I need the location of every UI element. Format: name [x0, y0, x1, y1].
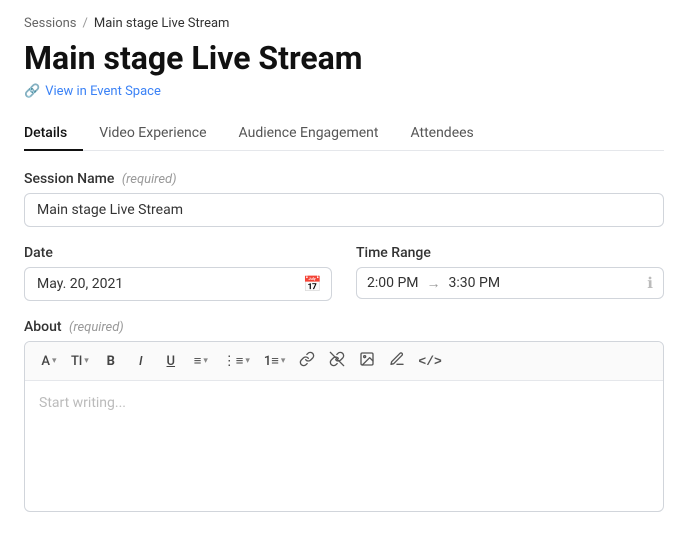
ordered-list-button[interactable]: 1≡ ▾	[258, 348, 292, 374]
time-range-label: Time Range	[356, 245, 664, 261]
about-label: About (required)	[24, 319, 664, 335]
underline-button[interactable]: U	[157, 348, 185, 374]
date-input[interactable]	[24, 267, 332, 301]
tab-bar: Details Video Experience Audience Engage…	[24, 117, 664, 151]
bold-label: B	[107, 354, 115, 369]
ordered-list-label: 1≡	[264, 353, 279, 369]
tab-details[interactable]: Details	[24, 117, 83, 151]
page-title: Main stage Live Stream	[24, 39, 664, 77]
highlight-icon	[389, 351, 405, 371]
highlight-button[interactable]	[383, 348, 411, 374]
link-button[interactable]	[293, 348, 321, 374]
align-label: ≡	[194, 353, 202, 369]
align-button[interactable]: ≡ ▾	[187, 348, 215, 374]
link-icon	[299, 351, 315, 371]
link-icon: 🔗	[24, 84, 40, 99]
session-name-label: Session Name (required)	[24, 171, 664, 187]
image-icon	[359, 351, 375, 371]
view-link-label: View in Event Space	[45, 84, 161, 99]
image-button[interactable]	[353, 348, 381, 374]
code-button[interactable]: </>	[413, 348, 446, 374]
ordered-list-chevron-icon: ▾	[281, 356, 286, 366]
unlink-icon	[329, 351, 345, 371]
view-in-event-space-link[interactable]: 🔗 View in Event Space	[24, 84, 161, 99]
editor-placeholder: Start writing...	[39, 395, 126, 411]
font-size-label: A	[41, 354, 50, 369]
time-start: 2:00 PM	[367, 275, 419, 291]
text-style-label: Tl	[71, 354, 82, 369]
underline-label: U	[167, 354, 176, 369]
time-arrow-icon: →	[427, 275, 441, 292]
breadcrumb-current: Main stage Live Stream	[94, 16, 230, 31]
editor-wrapper: A ▾ Tl ▾ B I U	[24, 341, 664, 512]
editor-toolbar: A ▾ Tl ▾ B I U	[25, 342, 663, 381]
time-range-wrapper[interactable]: 2:00 PM → 3:30 PM ℹ	[356, 267, 664, 299]
italic-button[interactable]: I	[127, 348, 155, 374]
breadcrumb-separator: /	[83, 16, 88, 31]
date-time-row: Date 📅 Time Range 2:00 PM → 3:30 PM ℹ	[24, 245, 664, 301]
time-group: Time Range 2:00 PM → 3:30 PM ℹ	[356, 245, 664, 301]
font-size-button[interactable]: A ▾	[35, 348, 63, 374]
date-input-wrapper: 📅	[24, 267, 332, 301]
unlink-button[interactable]	[323, 348, 351, 374]
breadcrumb: Sessions / Main stage Live Stream	[24, 16, 664, 31]
text-style-button[interactable]: Tl ▾	[65, 348, 95, 374]
breadcrumb-parent-link[interactable]: Sessions	[24, 16, 77, 31]
time-end: 3:30 PM	[449, 275, 501, 291]
editor-body[interactable]: Start writing...	[25, 381, 663, 511]
code-icon: </>	[418, 354, 441, 369]
about-required: (required)	[69, 320, 124, 335]
about-group: About (required) A ▾ Tl ▾ B	[24, 319, 664, 512]
tab-audience-engagement[interactable]: Audience Engagement	[223, 117, 395, 151]
date-label: Date	[24, 245, 332, 261]
unordered-list-chevron-icon: ▾	[245, 356, 250, 366]
session-name-input[interactable]	[24, 193, 664, 227]
unordered-list-button[interactable]: ⋮≡ ▾	[217, 348, 256, 374]
font-size-chevron-icon: ▾	[52, 356, 57, 366]
time-info-icon[interactable]: ℹ	[647, 274, 653, 292]
date-group: Date 📅	[24, 245, 332, 301]
tab-video-experience[interactable]: Video Experience	[83, 117, 222, 151]
unordered-list-label: ⋮≡	[223, 353, 244, 369]
tab-attendees[interactable]: Attendees	[394, 117, 489, 151]
italic-label: I	[139, 354, 143, 369]
session-name-required: (required)	[122, 172, 177, 187]
align-chevron-icon: ▾	[203, 356, 208, 366]
text-style-chevron-icon: ▾	[84, 356, 89, 366]
bold-button[interactable]: B	[97, 348, 125, 374]
page-container: Sessions / Main stage Live Stream Main s…	[0, 0, 688, 546]
session-name-group: Session Name (required)	[24, 171, 664, 227]
